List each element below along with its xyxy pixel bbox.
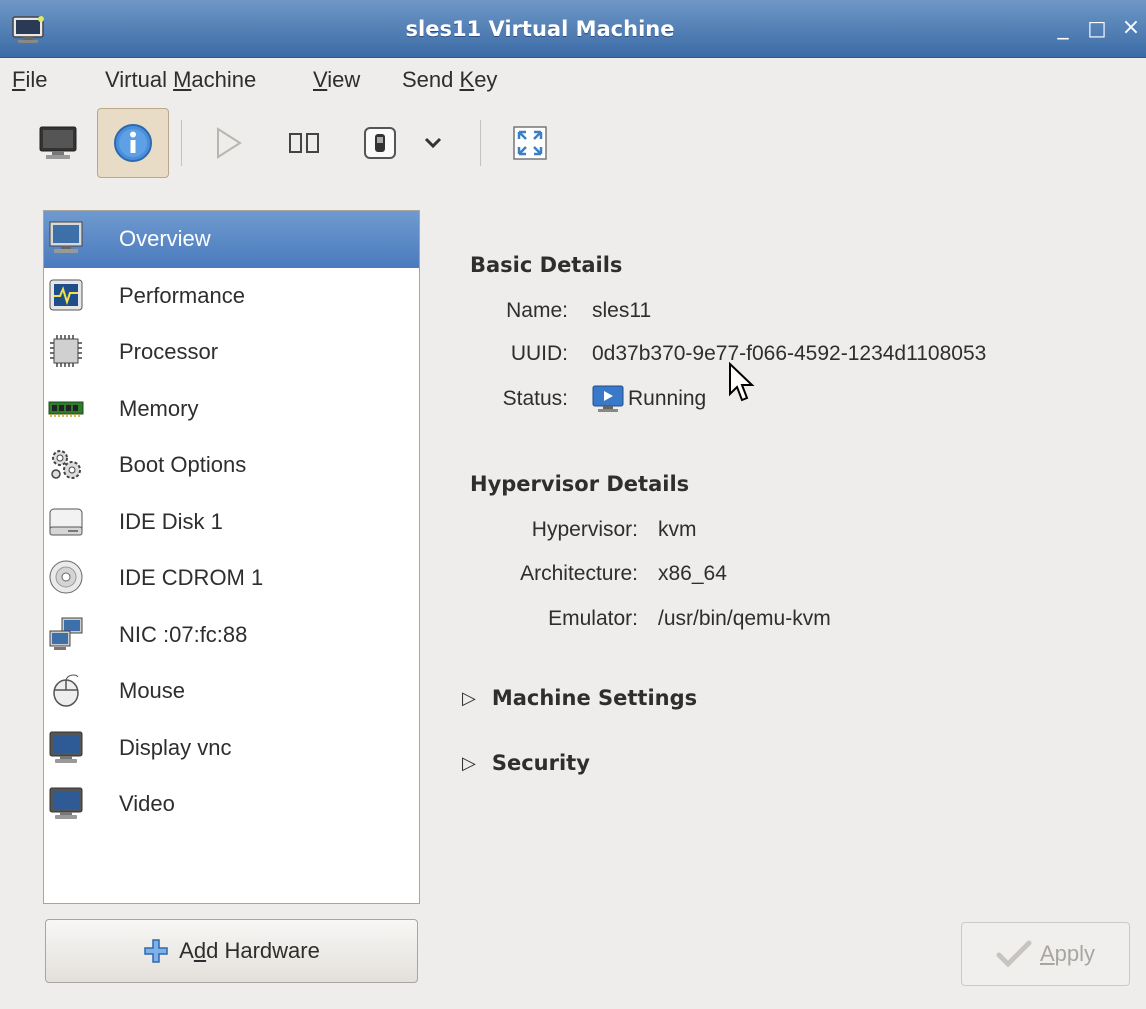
video-icon (49, 787, 83, 819)
emulator-label: Emulator: (548, 607, 638, 630)
sidebar-item-label: Video (119, 791, 175, 817)
info-icon[interactable] (97, 108, 169, 178)
status-text: Running (628, 387, 707, 410)
sidebar-item-ide-disk-1[interactable]: IDE Disk 1 (44, 494, 419, 551)
uuid-label: UUID: (510, 342, 568, 365)
hard-disk-icon (49, 508, 83, 535)
sidebar-item-label: Memory (119, 395, 199, 421)
running-monitor-icon (592, 385, 624, 412)
uuid-value[interactable]: 0d37b370-9e77-f066-4592-1234d1108053 (592, 342, 986, 366)
checkmark-icon (996, 940, 1032, 968)
sidebar-item-mouse[interactable]: Mouse (44, 663, 419, 720)
sidebar-item-label: Display vnc (119, 734, 232, 760)
chevron-down-icon[interactable] (418, 108, 448, 178)
sidebar-item-processor[interactable]: Processor (44, 324, 419, 381)
hypervisor-details-title: Hypervisor Details (470, 472, 690, 496)
add-hardware-button[interactable]: Add Hardware (45, 919, 418, 983)
menu-view[interactable]: View (313, 67, 360, 93)
fullscreen-icon[interactable] (502, 108, 558, 178)
menubar: File Virtual Machine View Send Key (0, 58, 1146, 104)
menu-file[interactable]: File (12, 67, 47, 93)
sidebar-item-label: Overview (119, 226, 211, 252)
machine-settings-expander[interactable]: ▷ Machine Settings (462, 686, 697, 710)
sidebar-item-video[interactable]: Video (44, 776, 419, 833)
expander-arrow-icon: ▷ (462, 752, 476, 774)
toolbar (0, 104, 1146, 190)
menu-virtual-machine[interactable]: Virtual Machine (105, 67, 256, 93)
expander-arrow-icon: ▷ (462, 687, 476, 709)
sidebar-item-performance[interactable]: Performance (44, 268, 419, 325)
sidebar-item-label: IDE Disk 1 (119, 508, 223, 534)
sidebar-item-ide-cdrom-1[interactable]: IDE CDROM 1 (44, 550, 419, 607)
mouse-icon (53, 674, 79, 707)
add-hardware-label: Add Hardware (179, 938, 320, 963)
emulator-value: /usr/bin/qemu-kvm (658, 607, 831, 630)
memory-stick-icon (48, 401, 84, 417)
security-label: Security (491, 751, 590, 775)
pause-icon[interactable] (276, 108, 332, 178)
window-titlebar[interactable]: sles11 Virtual Machine _ □ × (0, 0, 1146, 58)
console-monitor-icon[interactable] (30, 108, 86, 178)
sidebar-item-label: Performance (119, 282, 245, 308)
maximize-button[interactable]: □ (1084, 14, 1110, 42)
sidebar-item-overview[interactable]: Overview (44, 211, 419, 268)
architecture-label: Architecture: (520, 562, 638, 585)
window-title: sles11 Virtual Machine (405, 17, 675, 41)
shutdown-icon[interactable] (352, 108, 408, 178)
basic-details-title: Basic Details (470, 253, 623, 277)
name-value[interactable]: sles11 (592, 299, 651, 323)
architecture-value: x86_64 (658, 562, 727, 585)
monitor-icon (49, 221, 83, 253)
performance-graph-icon (49, 279, 83, 310)
menu-send-key[interactable]: Send Key (402, 67, 497, 93)
sidebar-item-label: Mouse (119, 678, 186, 704)
network-icon (49, 617, 83, 650)
sidebar-item-nic[interactable]: NIC :07:fc:88 (44, 607, 419, 664)
sidebar-item-label: NIC :07:fc:88 (119, 621, 248, 647)
sidebar-item-label: IDE CDROM 1 (119, 565, 264, 591)
apply-button[interactable]: Apply (961, 922, 1130, 986)
plus-icon (144, 939, 168, 963)
hardware-list[interactable]: Overview Performance Processor Memory Bo… (43, 210, 420, 904)
name-label: Name: (506, 299, 568, 322)
cpu-chip-icon (50, 335, 82, 367)
play-icon[interactable] (200, 108, 256, 178)
security-expander[interactable]: ▷ Security (462, 751, 590, 775)
details-panel: Basic Details Name: sles11 UUID: 0d37b37… (440, 210, 1140, 904)
close-button[interactable]: × (1118, 14, 1144, 42)
toolbar-separator (181, 120, 182, 166)
status-label: Status: (502, 387, 568, 410)
gears-icon (51, 450, 81, 479)
sidebar-item-label: Processor (119, 339, 219, 365)
mouse-pointer-icon (729, 362, 755, 402)
cdrom-icon (49, 560, 83, 594)
display-icon (49, 731, 83, 763)
sidebar-item-display-vnc[interactable]: Display vnc (44, 720, 419, 777)
hypervisor-label: Hypervisor: (531, 518, 638, 541)
apply-label: Apply (1039, 941, 1096, 966)
minimize-button[interactable]: _ (1050, 14, 1076, 42)
hypervisor-value: kvm (658, 518, 697, 541)
toolbar-separator (480, 120, 481, 166)
status-value: Running (592, 385, 706, 413)
sidebar-item-label: Boot Options (119, 452, 247, 478)
sidebar-item-boot-options[interactable]: Boot Options (44, 437, 419, 494)
sidebar-item-memory[interactable]: Memory (44, 381, 419, 438)
machine-settings-label: Machine Settings (491, 686, 698, 710)
